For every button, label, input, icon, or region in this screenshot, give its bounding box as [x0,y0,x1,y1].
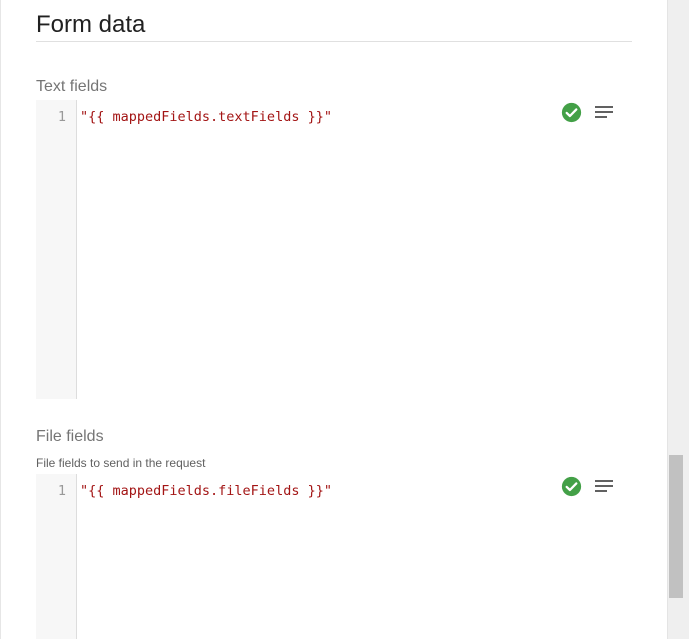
file-fields-label: File fields [36,428,104,445]
line-number: 1 [57,483,66,499]
text-fields-editor[interactable]: 1 "{{ mappedFields.textFields }}" [36,100,614,399]
file-fields-code-line[interactable]: "{{ mappedFields.fileFields }}" [80,482,332,500]
section-title: Form data [36,11,146,38]
line-number: 1 [57,109,66,125]
text-fields-label: Text fields [36,78,108,95]
check-circle-icon [561,102,582,123]
text-fields-gutter: 1 [36,100,77,399]
section-divider [36,41,632,42]
file-fields-gutter: 1 [36,474,77,639]
form-data-panel: Form data Text fields 1 "{{ mappedFields… [0,0,689,639]
file-fields-help: File fields to send in the request [36,456,206,470]
file-fields-editor[interactable]: 1 "{{ mappedFields.fileFields }}" [36,474,614,639]
format-lines-icon[interactable] [594,104,614,120]
panel-left-border [0,0,1,639]
format-lines-icon[interactable] [594,478,614,494]
check-circle-icon [561,476,582,497]
scrollbar-thumb[interactable] [669,455,683,598]
text-fields-code-line[interactable]: "{{ mappedFields.textFields }}" [80,108,332,126]
